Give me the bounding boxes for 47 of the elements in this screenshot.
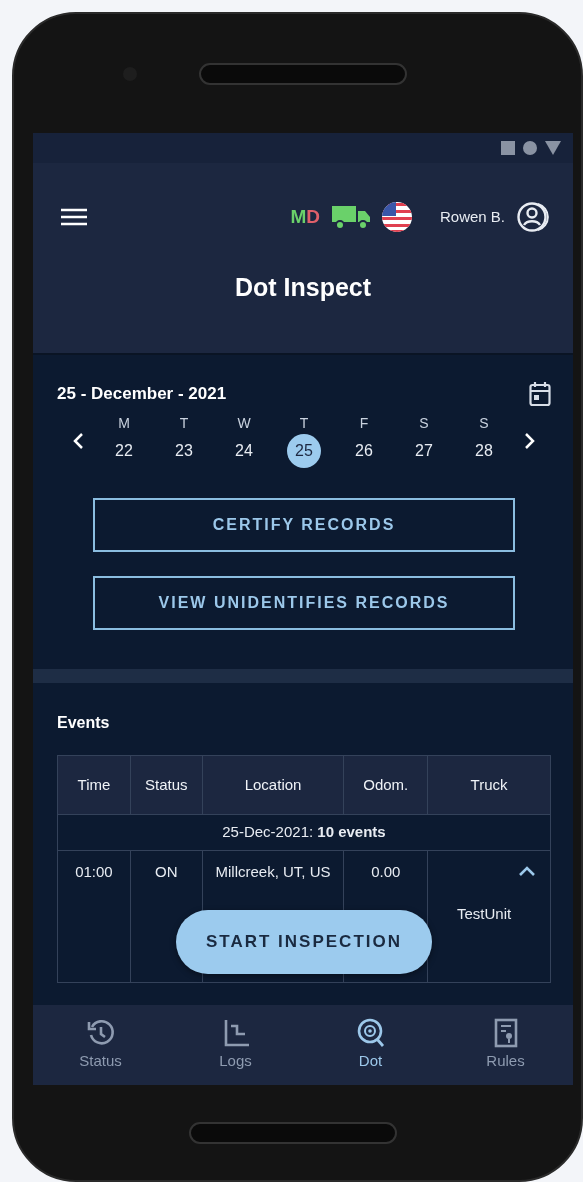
duty-status-code: MD: [290, 204, 320, 229]
records-button[interactable]: CERTIFY RECORDS: [93, 498, 515, 552]
search-gear-icon: [355, 1017, 386, 1048]
square-icon: [501, 141, 515, 155]
weekday-label: T: [299, 414, 309, 433]
column-header: Odom.: [343, 755, 428, 815]
nav-tab[interactable]: Status: [33, 1005, 168, 1085]
collapse-chevron-icon[interactable]: [518, 865, 536, 877]
group-summary: 25-Dec-2021: 10 events: [57, 814, 551, 851]
previous-week-icon[interactable]: [72, 430, 86, 451]
column-header: Location: [202, 755, 344, 815]
day-number[interactable]: 23: [167, 434, 201, 468]
day-number[interactable]: 28: [467, 434, 501, 468]
column-header: Status: [130, 755, 203, 815]
truck-icon: [331, 204, 370, 230]
user-name: Rowen B.: [439, 206, 505, 227]
triangle-icon: [545, 141, 561, 155]
date-label: 25 - December - 2021: [57, 383, 227, 406]
user-account-icon[interactable]: [517, 201, 551, 233]
start-inspection-button[interactable]: START INSPECTION: [176, 910, 432, 974]
history-icon: [85, 1017, 116, 1048]
day-number[interactable]: 25: [287, 434, 321, 468]
weekday-label: F: [359, 414, 369, 433]
day-number[interactable]: 27: [407, 434, 441, 468]
next-week-icon[interactable]: [522, 430, 536, 451]
weekday-label: S: [419, 414, 429, 433]
weekday-label: W: [237, 414, 251, 433]
nav-tab[interactable]: Logs: [168, 1005, 303, 1085]
screen-title: Dot Inspect: [234, 273, 372, 301]
table-cell-text: TestUnit: [457, 904, 512, 924]
column-header: Time: [57, 755, 131, 815]
day-number[interactable]: 26: [347, 434, 381, 468]
circle-icon: [523, 141, 537, 155]
weekday-label: M: [118, 414, 130, 433]
column-header: Truck: [427, 755, 551, 815]
menu-icon[interactable]: [61, 208, 87, 226]
records-button[interactable]: VIEW UNIDENTIFIES RECORDS: [93, 576, 515, 630]
table-cell: 01:00: [57, 850, 131, 983]
day-number[interactable]: 24: [227, 434, 261, 468]
flag-icon: [381, 202, 412, 232]
nav-tab[interactable]: Rules: [438, 1005, 573, 1085]
weekday-label: T: [179, 414, 189, 433]
calendar-icon[interactable]: [529, 381, 551, 407]
weekday-label: S: [479, 414, 489, 433]
section-title: Events: [57, 713, 111, 733]
nav-tab[interactable]: Dot: [303, 1005, 438, 1085]
day-number[interactable]: 22: [107, 434, 141, 468]
